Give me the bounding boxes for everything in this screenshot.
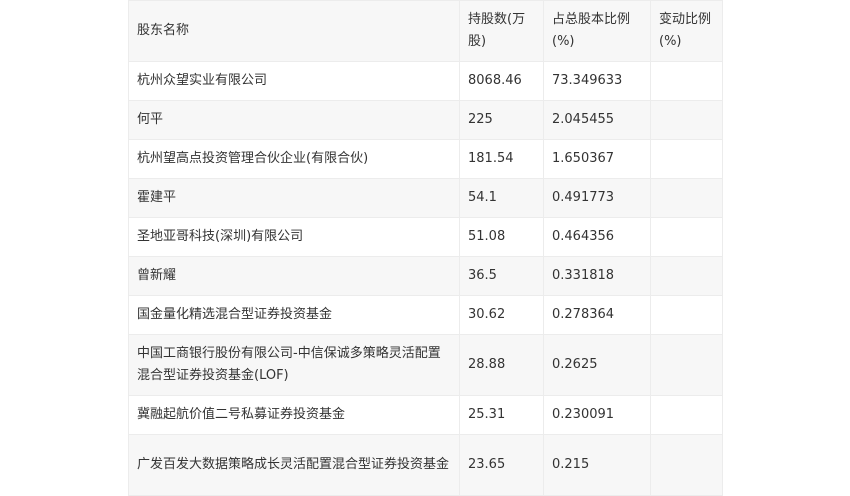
cell-shares: 30.62	[459, 295, 544, 335]
table-row: 国金量化精选混合型证券投资基金 30.62 0.278364	[128, 295, 723, 335]
cell-name: 广发百发大数据策略成长灵活配置混合型证券投资基金	[128, 434, 460, 496]
header-shareholder-name: 股东名称	[128, 0, 460, 62]
table-header-row: 股东名称 持股数(万股) 占总股本比例(%) 变动比例(%)	[128, 0, 723, 62]
cell-ratio: 0.278364	[543, 295, 651, 335]
cell-name: 冀融起航价值二号私募证券投资基金	[128, 395, 460, 435]
cell-change	[650, 100, 723, 140]
cell-change	[650, 334, 723, 396]
table-row: 广发百发大数据策略成长灵活配置混合型证券投资基金 23.65 0.215	[128, 434, 723, 496]
cell-ratio: 0.215	[543, 434, 651, 496]
cell-shares: 36.5	[459, 256, 544, 296]
cell-shares: 8068.46	[459, 61, 544, 101]
cell-ratio: 0.230091	[543, 395, 651, 435]
cell-name: 何平	[128, 100, 460, 140]
cell-shares: 225	[459, 100, 544, 140]
cell-name: 国金量化精选混合型证券投资基金	[128, 295, 460, 335]
shareholder-table-container: 股东名称 持股数(万股) 占总股本比例(%) 变动比例(%) 杭州众望实业有限公…	[128, 0, 723, 496]
cell-ratio: 0.464356	[543, 217, 651, 257]
header-change-ratio: 变动比例(%)	[650, 0, 723, 62]
cell-change	[650, 295, 723, 335]
table-row: 霍建平 54.1 0.491773	[128, 178, 723, 218]
cell-shares: 51.08	[459, 217, 544, 257]
cell-change	[650, 395, 723, 435]
cell-shares: 25.31	[459, 395, 544, 435]
table-row: 何平 225 2.045455	[128, 100, 723, 140]
header-share-ratio: 占总股本比例(%)	[543, 0, 651, 62]
cell-shares: 181.54	[459, 139, 544, 179]
cell-shares: 28.88	[459, 334, 544, 396]
table-row: 杭州望高点投资管理合伙企业(有限合伙) 181.54 1.650367	[128, 139, 723, 179]
cell-name: 中国工商银行股份有限公司-中信保诚多策略灵活配置混合型证券投资基金(LOF)	[128, 334, 460, 396]
cell-ratio: 0.331818	[543, 256, 651, 296]
table-row: 圣地亚哥科技(深圳)有限公司 51.08 0.464356	[128, 217, 723, 257]
cell-name: 圣地亚哥科技(深圳)有限公司	[128, 217, 460, 257]
cell-name: 曾新耀	[128, 256, 460, 296]
cell-shares: 54.1	[459, 178, 544, 218]
shareholder-table: 股东名称 持股数(万股) 占总股本比例(%) 变动比例(%) 杭州众望实业有限公…	[128, 0, 723, 496]
table-row: 杭州众望实业有限公司 8068.46 73.349633	[128, 61, 723, 101]
cell-ratio: 73.349633	[543, 61, 651, 101]
table-row: 中国工商银行股份有限公司-中信保诚多策略灵活配置混合型证券投资基金(LOF) 2…	[128, 334, 723, 396]
cell-change	[650, 217, 723, 257]
cell-change	[650, 434, 723, 496]
header-shares-held: 持股数(万股)	[459, 0, 544, 62]
table-row: 曾新耀 36.5 0.331818	[128, 256, 723, 296]
cell-change	[650, 139, 723, 179]
cell-change	[650, 61, 723, 101]
cell-name: 杭州望高点投资管理合伙企业(有限合伙)	[128, 139, 460, 179]
cell-ratio: 2.045455	[543, 100, 651, 140]
cell-shares: 23.65	[459, 434, 544, 496]
cell-name: 霍建平	[128, 178, 460, 218]
cell-name: 杭州众望实业有限公司	[128, 61, 460, 101]
cell-change	[650, 178, 723, 218]
table-row: 冀融起航价值二号私募证券投资基金 25.31 0.230091	[128, 395, 723, 435]
cell-change	[650, 256, 723, 296]
cell-ratio: 0.2625	[543, 334, 651, 396]
cell-ratio: 0.491773	[543, 178, 651, 218]
cell-ratio: 1.650367	[543, 139, 651, 179]
